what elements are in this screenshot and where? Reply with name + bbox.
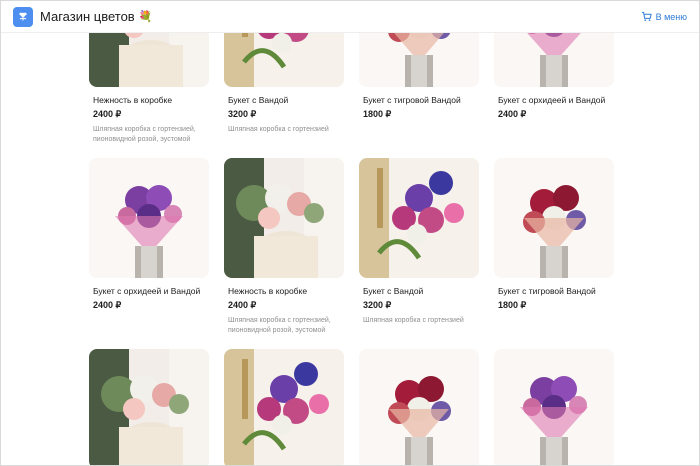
cart-label: В меню [655,11,687,22]
product-name[interactable]: Букет с тигровой Вандой [498,286,596,296]
cart-button[interactable]: В меню [641,11,687,22]
product-image[interactable] [224,158,344,278]
product-name[interactable]: Букет с Вандой [363,286,423,296]
product-price: 3200 ₽ [363,300,392,310]
page-title-text: Магазин цветов [40,9,135,24]
product-price: 1800 ₽ [363,109,392,119]
product-card[interactable]: Букет с тигровой Вандой 1800 ₽ [494,158,614,310]
page-title: Магазин цветов 💐 [40,9,152,24]
product-name[interactable]: Букет с орхидеей и Вандой [93,286,200,296]
product-image[interactable] [224,349,344,465]
product-card[interactable]: Букет с орхидеей и Вандой 2400 ₽ [89,158,209,310]
product-image[interactable] [494,349,614,465]
product-image[interactable] [359,158,479,278]
top-header: Магазин цветов 💐 В меню [1,1,699,33]
product-name[interactable]: Нежность в коробке [93,95,172,105]
product-grid: Нежность в коробке 2400 ₽ Шляпная коробк… [1,1,699,465]
product-name[interactable]: Букет с тигровой Вандой [363,95,461,105]
product-image[interactable] [89,158,209,278]
product-price: 2400 ₽ [93,300,122,310]
product-description: Шляпная коробка с гортензией, пионовидно… [93,126,196,143]
product-card[interactable] [89,349,209,465]
product-price: 2400 ₽ [498,109,527,119]
product-image[interactable] [89,349,209,465]
flower-emoji-icon: 💐 [138,11,153,23]
product-image[interactable] [359,349,479,465]
product-name[interactable]: Букет с орхидеей и Вандой [498,95,605,105]
product-name[interactable]: Нежность в коробке [228,286,307,296]
product-card[interactable] [224,349,344,465]
product-description: Шляпная коробка с гортензией [228,126,329,133]
product-name[interactable]: Букет с Вандой [228,95,288,105]
product-card[interactable] [359,349,479,465]
app-frame: Нежность в коробке 2400 ₽ Шляпная коробк… [0,0,700,466]
cart-icon [641,11,652,21]
product-description: Шляпная коробка с гортензией [363,317,464,324]
product-description: Шляпная коробка с гортензией, пионовидно… [228,317,331,334]
product-price: 2400 ₽ [93,109,122,119]
product-price: 2400 ₽ [228,300,257,310]
product-card[interactable]: Нежность в коробке 2400 ₽ Шляпная коробк… [224,158,344,334]
product-image[interactable] [494,158,614,278]
product-card[interactable] [494,349,614,465]
shop-logo-icon[interactable] [13,7,33,27]
product-price: 3200 ₽ [228,109,257,119]
product-price: 1800 ₽ [498,300,527,310]
product-card[interactable]: Букет с Вандой 3200 ₽ Шляпная коробка с … [359,158,479,324]
